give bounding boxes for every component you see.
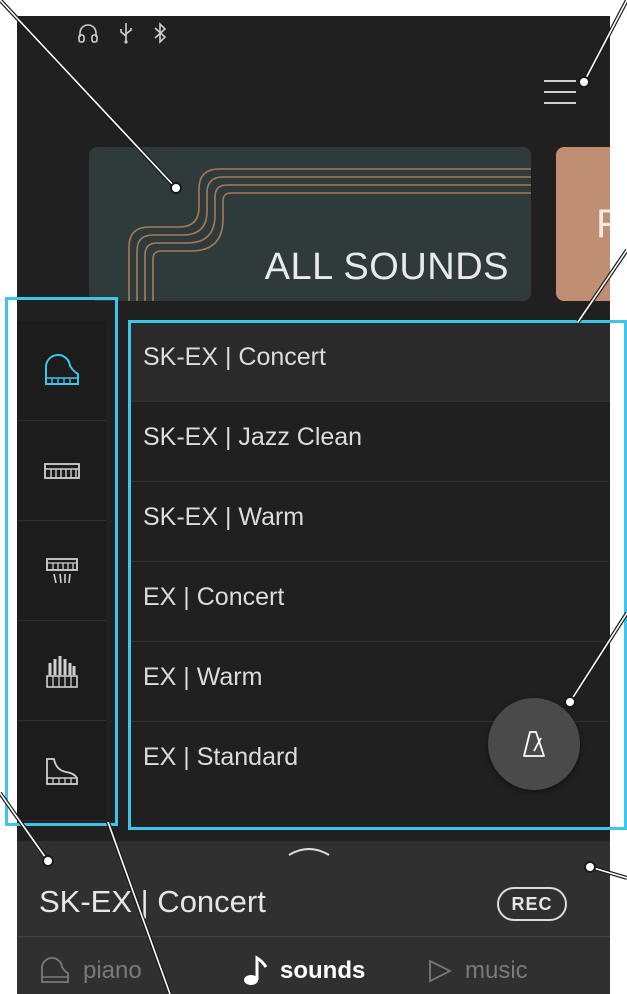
music-note-icon <box>244 955 268 985</box>
headphones-icon <box>78 24 98 43</box>
next-category-card[interactable]: F <box>556 147 610 301</box>
sound-row[interactable]: SK-EX | Jazz Clean <box>131 401 610 482</box>
all-sounds-card[interactable]: ALL SOUNDS <box>89 147 531 301</box>
sound-label: SK-EX | Concert <box>143 343 326 371</box>
organ-icon <box>45 655 78 688</box>
tab-sounds-label: sounds <box>280 957 366 984</box>
menu-button[interactable] <box>542 74 578 110</box>
bottom-bar: SK-EX | Concert REC piano sounds music <box>17 841 610 994</box>
tab-sounds[interactable]: sounds <box>242 951 365 991</box>
metronome-icon <box>523 731 545 757</box>
usb-icon <box>120 23 132 44</box>
tab-music-label: music <box>465 957 528 984</box>
metronome-button[interactable] <box>488 698 580 790</box>
app-screen: ALL SOUNDS F SK-EX | Concert SK-EX | Jaz… <box>17 16 610 994</box>
category-harpsichord[interactable] <box>17 521 106 621</box>
status-bar <box>77 20 167 46</box>
category-other[interactable] <box>17 721 106 821</box>
tab-piano[interactable]: piano <box>39 951 142 991</box>
tab-piano-label: piano <box>83 957 142 984</box>
next-card-label: F <box>596 202 610 246</box>
bluetooth-icon <box>154 22 167 44</box>
hamburger-menu-icon <box>544 80 576 104</box>
sound-label: EX | Standard <box>143 743 299 771</box>
chevron-up-icon[interactable] <box>279 841 339 861</box>
sound-row[interactable]: SK-EX | Warm <box>131 481 610 562</box>
piano-icon <box>41 957 69 983</box>
category-grand-piano[interactable] <box>17 321 106 421</box>
current-sound-name[interactable]: SK-EX | Concert <box>39 884 266 920</box>
divider <box>17 936 610 937</box>
all-sounds-label: ALL SOUNDS <box>264 246 509 288</box>
sound-label: SK-EX | Warm <box>143 503 305 531</box>
category-sidebar <box>17 321 106 821</box>
grand-piano-icon <box>44 353 79 385</box>
sound-label: EX | Warm <box>143 663 263 691</box>
sound-row[interactable]: SK-EX | Concert <box>131 321 610 402</box>
category-electric-piano[interactable] <box>17 421 106 521</box>
sound-row[interactable]: EX | Concert <box>131 561 610 642</box>
electric-piano-icon <box>43 462 80 479</box>
sound-label: SK-EX | Jazz Clean <box>143 423 363 451</box>
sound-label: EX | Concert <box>143 583 285 611</box>
upright-piano-icon <box>45 757 78 785</box>
play-outline-icon <box>429 959 453 983</box>
harpsichord-icon <box>45 557 78 583</box>
tab-music[interactable]: music <box>427 951 528 991</box>
category-organ[interactable] <box>17 621 106 721</box>
rec-button[interactable]: REC <box>497 887 567 921</box>
